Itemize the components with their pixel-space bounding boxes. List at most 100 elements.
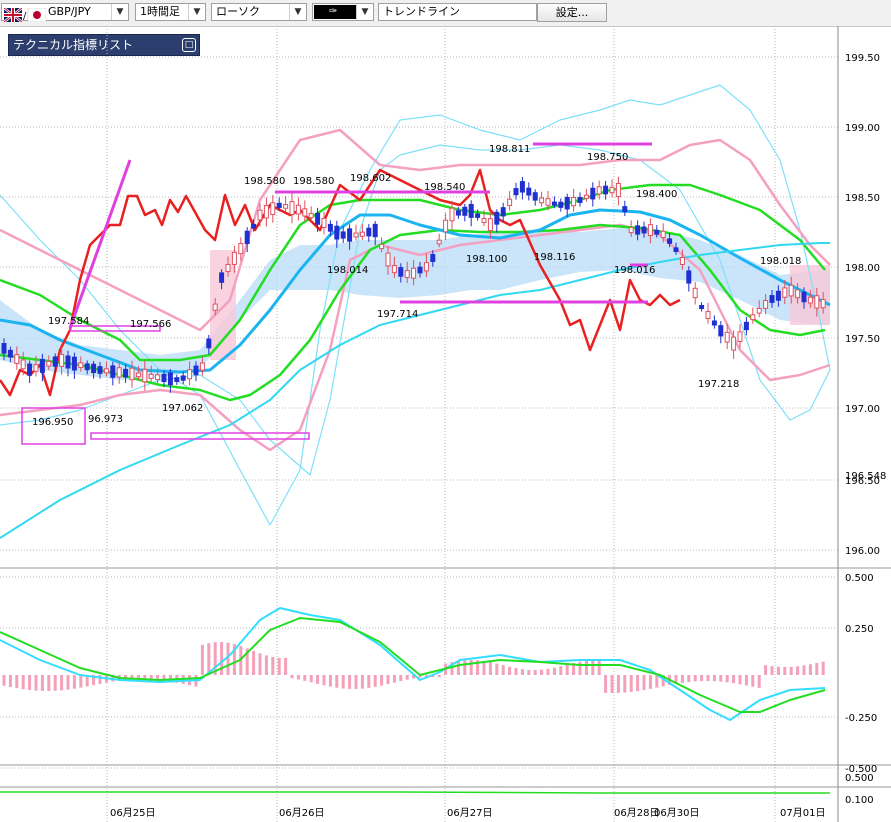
candle-body [622, 206, 628, 213]
currency-pair-select[interactable]: / GBP/JPY ▼ [1, 3, 129, 22]
price-label: 198.750 [587, 152, 628, 163]
macd-histogram-bar [687, 675, 691, 683]
candle-body [251, 223, 257, 229]
candle-body [436, 239, 442, 245]
macd-histogram-bar [815, 663, 819, 675]
price-label: 197.218 [698, 379, 739, 390]
candle-body [161, 373, 167, 383]
candle-body [635, 225, 641, 235]
price-label: 198.580 [293, 176, 334, 187]
chevron-down-icon[interactable]: ▼ [188, 4, 205, 20]
chevron-down-icon[interactable]: ▼ [356, 4, 373, 20]
macd-histogram-bar [623, 675, 627, 693]
macd-histogram-bar [335, 675, 339, 688]
candle-body [679, 257, 685, 265]
candle-body [756, 307, 762, 314]
candle-body [155, 374, 161, 381]
candle-body [7, 349, 13, 358]
macd-histogram-bar [488, 662, 492, 675]
candle-body [308, 213, 314, 219]
macd-histogram-bar [821, 661, 825, 675]
candle-body [705, 311, 711, 319]
osc-tick-label: -0.250 [845, 713, 877, 724]
candle-body [718, 325, 724, 337]
chevron-down-icon[interactable]: ▼ [289, 4, 306, 20]
candle-body [244, 230, 250, 245]
settings-button[interactable]: 設定... [537, 3, 607, 22]
price-label: 198.540 [424, 182, 465, 193]
candle-body [199, 362, 205, 371]
price-label: 198.811 [489, 144, 530, 155]
candle-body [110, 365, 116, 378]
price-label: 198.116 [534, 252, 575, 263]
candle-body [366, 227, 372, 237]
candle-body [411, 267, 417, 279]
macd-histogram-bar [789, 666, 793, 675]
macd-histogram-bar [501, 665, 505, 675]
macd-histogram-bar [738, 675, 742, 685]
y-tick-label: 199.50 [845, 53, 880, 64]
flag-icons: / [4, 8, 46, 22]
candle-body [302, 208, 308, 217]
candle-body [609, 186, 615, 194]
macd-histogram-bar [303, 675, 307, 681]
timeframe-select[interactable]: 1時間足 ▼ [135, 3, 206, 21]
candle-body [123, 368, 129, 378]
candle-body [206, 338, 212, 349]
chart-style-select[interactable]: ローソク ▼ [211, 3, 307, 21]
timeframe-label: 1時間足 [140, 5, 180, 18]
candle-body [603, 185, 609, 195]
candle-body [167, 372, 173, 386]
draw-tool-field[interactable]: トレンドライン [378, 3, 537, 21]
macd-histogram-bar [680, 675, 684, 683]
candle-body [97, 366, 103, 374]
candle-body [449, 207, 455, 222]
candle-body [193, 365, 199, 376]
candle-body [270, 202, 276, 215]
candle-body [628, 226, 634, 234]
macd-histogram-bar [725, 675, 729, 683]
macd-histogram-bar [405, 675, 409, 680]
macd-histogram-bar [386, 675, 390, 685]
macd-histogram-bar [508, 666, 512, 675]
macd-histogram-bar [783, 666, 787, 675]
ichimoku-cloud [0, 228, 830, 380]
bottom-indicator-line [0, 791, 830, 794]
macd-histogram-bar [744, 675, 748, 686]
draw-color-select[interactable]: ✑ ▼ [312, 3, 374, 21]
macd-histogram-bar [40, 675, 44, 691]
macd-histogram-bar [392, 675, 396, 683]
candle-body [462, 206, 468, 216]
x-tick-label: 06月28日 [614, 807, 659, 819]
macd-histogram-bar [437, 675, 441, 678]
candle-body [647, 224, 653, 237]
y-tick-label: 199.00 [845, 123, 880, 134]
macd-histogram-bar [764, 665, 768, 675]
candle-body [590, 187, 596, 200]
macd-histogram-bar [706, 675, 710, 682]
macd-histogram-bar [252, 650, 256, 675]
candle-body [59, 353, 65, 367]
macd-histogram-bar [770, 666, 774, 675]
candle-body [321, 217, 327, 229]
chevron-down-icon[interactable]: ▼ [111, 4, 128, 20]
price-chart[interactable]: 197.584 197.566 196.950 96.973 197.062 198.58… [0, 26, 891, 822]
macd-histogram-bar [636, 675, 640, 692]
osc-tick-label: 0.250 [845, 624, 874, 635]
macd-histogram-bar [469, 660, 473, 675]
macd-histogram-bar [309, 675, 313, 683]
candle-body [763, 300, 769, 309]
candle-body [807, 296, 813, 304]
candle-body [731, 336, 737, 351]
candle-body [526, 187, 532, 196]
candle-body [686, 270, 692, 284]
bollinger-upper-1 [0, 128, 831, 332]
signal-line [0, 617, 826, 713]
candle-body [334, 225, 340, 240]
macd-histogram-bar [527, 669, 531, 675]
candle-body [372, 223, 378, 238]
macd-histogram-bar [552, 667, 556, 675]
candle-body [180, 375, 186, 381]
candle-body [174, 377, 180, 382]
macd-histogram-bar [28, 675, 32, 691]
